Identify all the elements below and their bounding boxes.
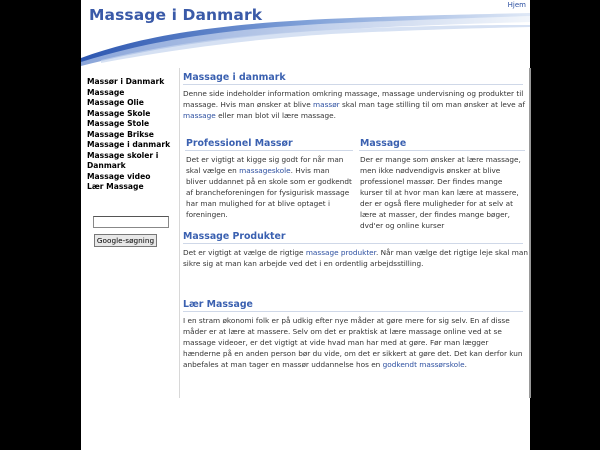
products-paragraph: Det er vigtigt at vælge de rigtige massa… xyxy=(183,248,528,268)
sidebar-item-massage-olie[interactable]: Massage Olie xyxy=(87,98,173,109)
link-massageskole[interactable]: massageskole xyxy=(239,166,291,175)
massage-heading: Massage xyxy=(360,138,407,149)
sidebar-item-massoer-i-danmark[interactable]: Massør i Danmark xyxy=(87,77,173,88)
page: Massage i Danmark Hjem Massør i Danmark … xyxy=(81,0,531,450)
professional-divider xyxy=(185,150,353,151)
content-scrollbar[interactable] xyxy=(529,68,531,398)
main-content: Massage i danmark Denne side indeholder … xyxy=(179,68,530,398)
link-massoer[interactable]: massør xyxy=(313,100,340,109)
intro-divider xyxy=(183,84,523,85)
learn-divider xyxy=(183,311,523,312)
massage-divider xyxy=(359,150,525,151)
intro-paragraph: Denne side indeholder information omkrin… xyxy=(183,89,526,120)
sidebar-item-massage-i-danmark[interactable]: Massage i danmark xyxy=(87,140,173,151)
sidebar-item-massage-skole[interactable]: Massage Skole xyxy=(87,109,173,120)
learn-heading: Lær Massage xyxy=(183,299,253,310)
sidebar-item-massage[interactable]: Massage xyxy=(87,88,173,99)
google-search-button[interactable]: Google-søgning xyxy=(94,234,157,247)
sidebar-item-massage-video[interactable]: Massage video xyxy=(87,172,173,183)
massage-paragraph: Der er mange som ønsker at lære massage,… xyxy=(360,155,521,230)
products-heading: Massage Produkter xyxy=(183,231,286,242)
professional-heading: Professionel Massør xyxy=(186,138,293,149)
home-link[interactable]: Hjem xyxy=(508,1,526,9)
sidebar-item-massage-stole[interactable]: Massage Stole xyxy=(87,119,173,130)
link-massage[interactable]: massage xyxy=(183,111,216,120)
sidebar-item-massage-skoler-i-danmark[interactable]: Massage skoler i Danmark xyxy=(87,151,173,172)
link-massage-produkter[interactable]: massage produkter xyxy=(306,248,376,257)
sidebar-item-laer-massage[interactable]: Lær Massage xyxy=(87,182,173,193)
site-title: Massage i Danmark xyxy=(89,6,263,24)
products-divider xyxy=(183,243,523,244)
intro-heading: Massage i danmark xyxy=(183,72,286,83)
search-input[interactable] xyxy=(93,216,169,228)
header-banner: Massage i Danmark Hjem xyxy=(81,0,530,68)
link-godkendt-massoerskole[interactable]: godkendt massørskole xyxy=(383,360,465,369)
professional-paragraph: Det er vigtigt at kigge sig godt for når… xyxy=(186,155,352,219)
sidebar-item-massage-brikse[interactable]: Massage Brikse xyxy=(87,130,173,141)
sidebar-nav: Massør i Danmark Massage Massage Olie Ma… xyxy=(87,77,173,193)
learn-paragraph: I en stram økonomi folk er på udkig efte… xyxy=(183,316,523,369)
